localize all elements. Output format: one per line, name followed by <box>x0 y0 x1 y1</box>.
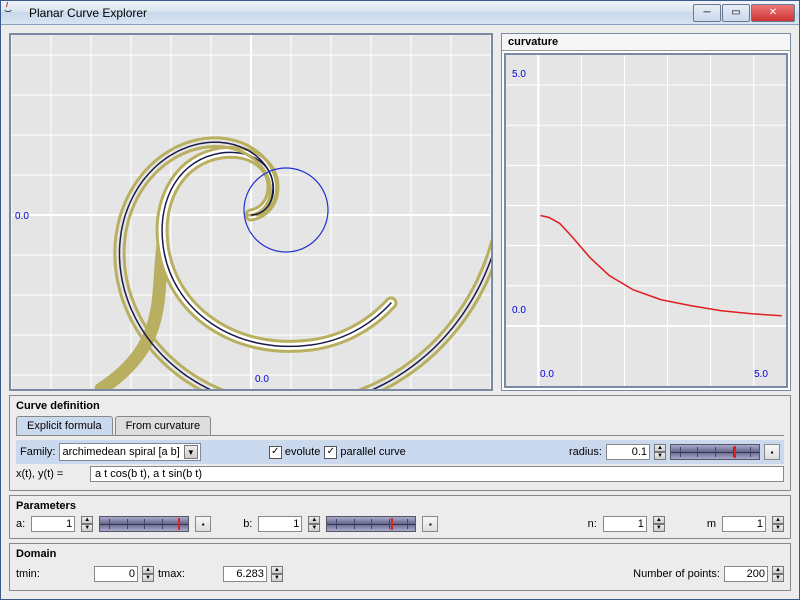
evolute-label: evolute <box>285 446 320 458</box>
content-area: 0.0 0.0 curvature <box>1 25 799 599</box>
main-x-zero-label: 0.0 <box>255 374 269 385</box>
a-slider[interactable] <box>99 516 189 532</box>
curvedef-tabs: Explicit formula From curvature <box>16 416 784 436</box>
curvature-title: curvature <box>502 34 790 51</box>
window-title: Planar Curve Explorer <box>29 6 693 20</box>
family-label: Family: <box>20 446 55 458</box>
titlebar[interactable]: Planar Curve Explorer ─ ▭ ✕ <box>1 1 799 25</box>
tab-explicit-formula[interactable]: Explicit formula <box>16 416 113 435</box>
maximize-button[interactable]: ▭ <box>722 4 750 22</box>
npoints-spinner[interactable]: ▲▼ <box>772 566 784 582</box>
a-spinner[interactable]: ▲▼ <box>81 516 93 532</box>
domain-group: Domain tmin: ▲▼ tmax: ▲▼ Number of point… <box>9 543 791 591</box>
b-slider[interactable] <box>326 516 416 532</box>
curv-y-top: 5.0 <box>512 69 526 80</box>
formula-label: x(t), y(t) = <box>16 468 86 480</box>
m-label: m <box>707 518 716 530</box>
radius-spinner[interactable]: ▲▼ <box>654 444 666 460</box>
parameters-row: a: ▲▼ ▪ b: ▲▼ ▪ n: ▲▼ m ▲▼ <box>16 516 784 532</box>
tmin-label: tmin: <box>16 568 56 580</box>
curvature-plot[interactable]: 5.0 0.0 0.0 5.0 <box>504 53 788 388</box>
chevron-down-icon[interactable]: ▼ <box>184 445 198 459</box>
family-combo[interactable]: archimedean spiral [a b] ▼ <box>59 443 200 461</box>
m-spinner[interactable]: ▲▼ <box>772 516 784 532</box>
curve-definition-group: Curve definition Explicit formula From c… <box>9 395 791 491</box>
main-plot[interactable]: 0.0 0.0 <box>9 33 493 391</box>
n-spinner[interactable]: ▲▼ <box>653 516 665 532</box>
tmax-spinner[interactable]: ▲▼ <box>271 566 283 582</box>
curv-x-zero: 0.0 <box>540 369 554 380</box>
main-plot-canvas <box>11 35 491 389</box>
npoints-label: Number of points: <box>633 568 720 580</box>
domain-row: tmin: ▲▼ tmax: ▲▼ Number of points: ▲▼ <box>16 564 784 584</box>
a-reset-button[interactable]: ▪ <box>195 516 211 532</box>
evolute-checkbox[interactable]: ✓ evolute <box>269 446 320 459</box>
a-input[interactable] <box>31 516 75 532</box>
tmin-spinner[interactable]: ▲▼ <box>142 566 154 582</box>
tmin-input[interactable] <box>94 566 138 582</box>
parameters-group: Parameters a: ▲▼ ▪ b: ▲▼ ▪ n: ▲▼ m <box>9 495 791 539</box>
tab-from-curvature[interactable]: From curvature <box>115 416 212 435</box>
radius-slider[interactable] <box>670 444 760 460</box>
curvature-canvas <box>506 55 786 386</box>
n-input[interactable] <box>603 516 647 532</box>
plots-row: 0.0 0.0 curvature <box>9 33 791 391</box>
b-spinner[interactable]: ▲▼ <box>308 516 320 532</box>
parameters-title: Parameters <box>16 500 784 512</box>
family-row: Family: archimedean spiral [a b] ▼ ✓ evo… <box>16 440 784 464</box>
radius-input[interactable] <box>606 444 650 460</box>
app-window: Planar Curve Explorer ─ ▭ ✕ <box>0 0 800 600</box>
b-reset-button[interactable]: ▪ <box>422 516 438 532</box>
parallel-label: parallel curve <box>340 446 405 458</box>
radius-label: radius: <box>569 446 602 458</box>
java-icon <box>7 5 23 21</box>
tmax-input[interactable] <box>223 566 267 582</box>
family-value: archimedean spiral [a b] <box>62 446 179 458</box>
b-input[interactable] <box>258 516 302 532</box>
window-buttons: ─ ▭ ✕ <box>693 4 795 22</box>
check-icon: ✓ <box>269 446 282 459</box>
main-y-zero-label: 0.0 <box>15 211 29 222</box>
a-label: a: <box>16 518 25 530</box>
minimize-button[interactable]: ─ <box>693 4 721 22</box>
close-button[interactable]: ✕ <box>751 4 795 22</box>
tmax-label: tmax: <box>158 568 185 580</box>
n-label: n: <box>588 518 597 530</box>
domain-title: Domain <box>16 548 784 560</box>
formula-input[interactable] <box>90 466 784 482</box>
npoints-input[interactable] <box>724 566 768 582</box>
m-input[interactable] <box>722 516 766 532</box>
parallel-checkbox[interactable]: ✓ parallel curve <box>324 446 405 459</box>
b-label: b: <box>243 518 252 530</box>
curv-x-right: 5.0 <box>754 369 768 380</box>
curve-definition-title: Curve definition <box>16 400 784 412</box>
check-icon: ✓ <box>324 446 337 459</box>
curv-y-zero: 0.0 <box>512 305 526 316</box>
formula-row: x(t), y(t) = <box>16 464 784 484</box>
curvature-panel: curvature 5.0 0.0 <box>501 33 791 391</box>
radius-reset-button[interactable]: ▪ <box>764 444 780 460</box>
